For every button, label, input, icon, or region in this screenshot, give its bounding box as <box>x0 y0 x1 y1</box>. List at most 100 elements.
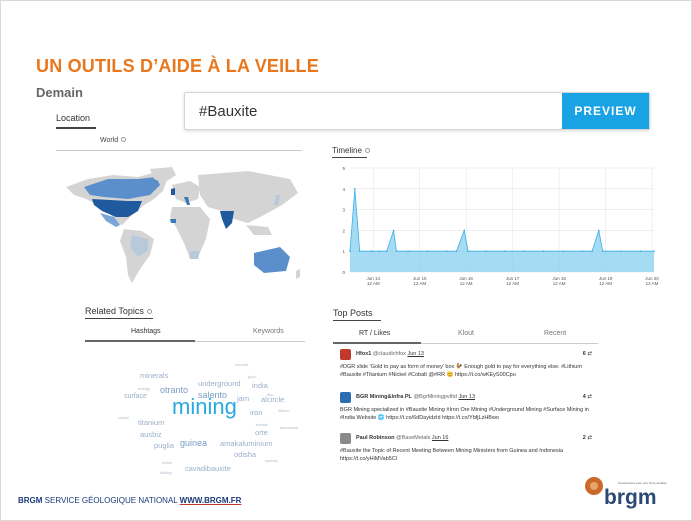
data-point <box>639 250 642 252</box>
related-tab-active-indicator <box>85 340 195 342</box>
cloud-word[interactable]: amakaluminium <box>220 439 273 448</box>
cloud-word[interactable]: titanium <box>138 418 164 427</box>
map-new-zealand <box>296 269 300 279</box>
data-point <box>542 250 545 252</box>
slide-title: UN OUTILS D’AIDE À LA VEILLE <box>36 56 319 76</box>
post-handle: @claudichfox <box>372 351 406 357</box>
timeline-label: Timeline <box>332 146 371 155</box>
footer-text: BRGM SERVICE GÉOLOGIQUE NATIONAL WWW.BRG… <box>18 496 241 505</box>
map-se-asia <box>246 225 272 235</box>
info-circle-icon <box>147 309 153 314</box>
cloud-word[interactable]: orte <box>255 428 268 437</box>
data-point <box>504 250 506 252</box>
word-cloud: mining otranto salento minerals underground i… <box>110 358 310 483</box>
search-input[interactable] <box>185 93 563 129</box>
cloud-word[interactable]: india <box>252 381 268 390</box>
tab-klout[interactable]: Klout <box>458 330 474 337</box>
y-tick-label: 1 <box>342 249 345 254</box>
avatar <box>340 433 351 444</box>
logo-circle-inner <box>590 482 598 490</box>
cloud-word[interactable]: cobalt <box>118 415 129 420</box>
data-point <box>426 250 429 252</box>
cloud-word[interactable]: jam <box>237 394 249 403</box>
data-point <box>467 250 469 252</box>
data-point <box>370 250 373 252</box>
cloud-word[interactable]: sydney <box>265 458 278 463</box>
top-posts-label: Top Posts <box>333 308 373 318</box>
cloud-word[interactable]: cavadibauxite <box>185 464 231 473</box>
tab-rt-likes[interactable]: RT / Likes <box>359 330 390 337</box>
map-scope-label[interactable]: World <box>100 137 127 144</box>
post-handle: @BgrMiningpvtltd <box>413 394 457 400</box>
data-point <box>378 250 380 252</box>
search-bar: PREVIEW <box>184 92 650 130</box>
data-point <box>591 250 593 252</box>
cloud-word[interactable]: mineral <box>235 362 248 367</box>
y-tick-label: 0 <box>342 270 345 275</box>
cloud-word[interactable]: odisha <box>234 450 256 459</box>
cloud-word[interactable]: minerals <box>140 371 168 380</box>
tab-location-indicator <box>56 127 96 129</box>
tab-location[interactable]: Location <box>56 113 90 123</box>
tab-recent[interactable]: Recent <box>544 330 566 337</box>
cloud-word[interactable]: metals <box>256 422 268 427</box>
retweet-icon: ⇄ <box>587 351 592 357</box>
post-handle: @BaseMetals <box>396 435 431 441</box>
data-point <box>455 250 458 252</box>
cloud-word[interactable]: energy <box>138 386 150 391</box>
map-india <box>220 211 234 229</box>
timeline-chart[interactable]: 012345Jun 1412 AMJun 1512 AMJun 1612 AMJ… <box>332 160 662 288</box>
data-point <box>407 250 409 252</box>
data-point <box>562 250 564 252</box>
data-point <box>598 229 600 232</box>
world-map[interactable] <box>58 165 308 295</box>
post-author: Hfox1 <box>356 351 372 357</box>
timeline-title: Timeline <box>332 146 362 155</box>
cloud-word[interactable]: guinea <box>180 438 207 448</box>
x-tick-label: 12 AM <box>553 281 566 286</box>
x-tick-label: 12 AM <box>646 281 659 286</box>
cloud-word[interactable]: otranto <box>160 385 188 395</box>
cloud-word[interactable]: nickel <box>162 460 172 465</box>
avatar <box>340 349 351 360</box>
y-tick-label: 4 <box>342 187 345 192</box>
post-date[interactable]: Jun 13 <box>458 394 475 400</box>
post-date[interactable]: Jun 13 <box>407 351 424 357</box>
cloud-word[interactable]: ausbiz <box>140 430 162 439</box>
series-line <box>349 188 654 252</box>
related-topics-title: Related Topics <box>85 306 144 316</box>
cloud-word[interactable]: lithium <box>278 408 290 413</box>
cloud-word[interactable]: salento <box>198 390 227 400</box>
cloud-word[interactable]: surface <box>124 393 147 400</box>
map-guinea <box>170 219 176 223</box>
cloud-word[interactable]: gold <box>248 374 256 379</box>
preview-button[interactable]: PREVIEW <box>562 93 649 129</box>
post-text: #DGR slide 'Gold to pay as form of money… <box>340 364 582 378</box>
tab-hashtags[interactable]: Hashtags <box>131 328 161 335</box>
cloud-word[interactable]: lfeo <box>267 392 273 397</box>
cloud-word[interactable]: aluminium <box>280 425 298 430</box>
map-scope-text: World <box>100 137 119 144</box>
post-count: 6 ⇄ <box>583 351 592 357</box>
cloud-word[interactable]: iron <box>250 408 263 417</box>
footer-url[interactable]: WWW.BRGM.FR <box>180 496 242 505</box>
top-posts-tab-active-indicator <box>333 342 421 344</box>
cloud-word[interactable]: drilling <box>160 470 172 475</box>
related-topics-label: Related Topics <box>85 306 153 316</box>
x-tick-label: 12 AM <box>506 281 519 286</box>
map-uk <box>171 188 175 195</box>
tab-keywords[interactable]: Keywords <box>253 328 284 335</box>
cloud-word[interactable]: puglia <box>154 441 174 450</box>
y-tick-label: 3 <box>342 208 345 213</box>
related-topics-underline <box>85 318 153 319</box>
slide-subtitle: Demain <box>36 85 83 100</box>
cloud-word[interactable]: underground <box>198 379 241 388</box>
post-date[interactable]: Jun 16 <box>432 435 449 441</box>
x-tick-label: 12 AM <box>460 281 473 286</box>
post-text: BGR Mining specialized in #Bauxite Minin… <box>340 407 589 421</box>
footer-org-short: BRGM <box>18 496 43 505</box>
footer-org-full: SERVICE GÉOLOGIQUE NATIONAL <box>42 496 180 505</box>
timeline-underline <box>332 157 367 158</box>
post-count: 2 ⇄ <box>583 435 592 441</box>
avatar <box>340 392 351 403</box>
